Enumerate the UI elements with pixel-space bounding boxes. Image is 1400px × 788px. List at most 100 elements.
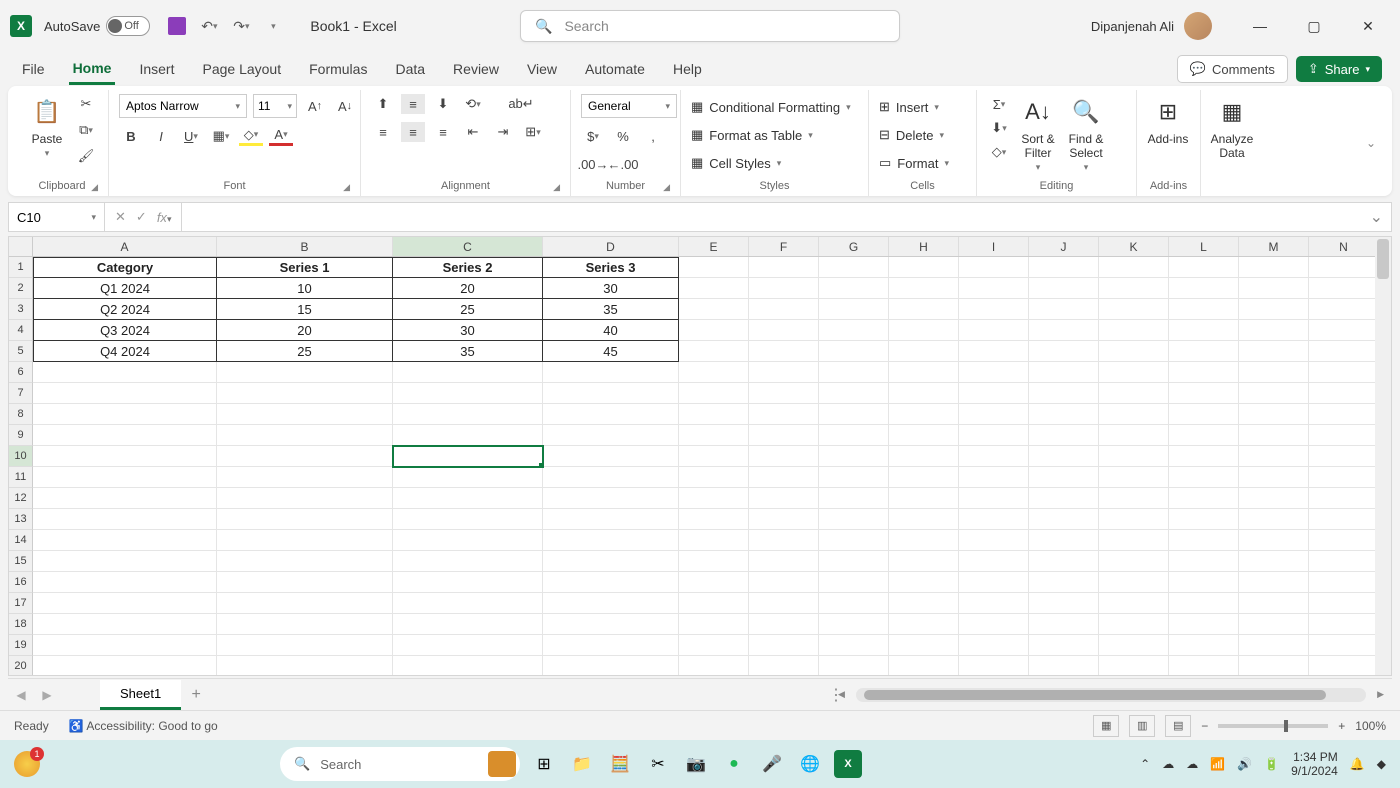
zoom-slider[interactable] [1218,724,1328,728]
collapse-ribbon-button[interactable]: ⌄ [1358,136,1384,150]
cell[interactable] [543,614,679,635]
percent-button[interactable]: % [611,126,635,146]
cell[interactable] [33,488,217,509]
cell[interactable] [819,320,889,341]
taskbar-clock[interactable]: 1:34 PM9/1/2024 [1291,750,1338,779]
cell[interactable] [819,614,889,635]
cell[interactable] [1309,488,1379,509]
cell[interactable] [749,320,819,341]
row-header[interactable]: 16 [9,572,33,593]
cell[interactable] [1169,467,1239,488]
cell[interactable] [959,278,1029,299]
cell[interactable]: 10 [217,278,393,299]
tray-chevron-icon[interactable]: ⌃ [1140,757,1150,771]
cell[interactable] [543,425,679,446]
cell[interactable] [749,656,819,675]
column-header[interactable]: K [1099,237,1169,256]
cell[interactable] [393,467,543,488]
cell[interactable] [959,530,1029,551]
minimize-button[interactable]: — [1238,10,1282,42]
cell[interactable] [543,467,679,488]
cell[interactable] [393,635,543,656]
cell[interactable] [819,404,889,425]
camera-icon[interactable]: 📷 [682,750,710,778]
increase-font-button[interactable]: A↑ [303,96,327,116]
align-middle-button[interactable]: ≡ [401,94,425,114]
format-as-table-button[interactable]: ▦Format as Table▾ [691,122,813,148]
tab-file[interactable]: File [18,55,49,83]
align-right-button[interactable]: ≡ [431,122,455,142]
cell[interactable] [543,572,679,593]
wrap-text-button[interactable]: ab↵ [509,94,533,114]
cell[interactable] [1309,572,1379,593]
clear-button[interactable]: ◇▾ [987,142,1011,162]
cell[interactable] [217,530,393,551]
cell[interactable] [749,383,819,404]
cell[interactable] [1309,635,1379,656]
cell[interactable] [1239,467,1309,488]
alignment-launcher[interactable]: ◢ [553,182,560,193]
cell[interactable]: Series 3 [543,257,679,278]
cell[interactable] [1029,362,1099,383]
mic-icon[interactable]: 🎤 [758,750,786,778]
cell[interactable] [679,446,749,467]
cell[interactable] [679,488,749,509]
cell[interactable] [959,362,1029,383]
cell[interactable] [1309,362,1379,383]
battery-icon[interactable]: 🔋 [1264,757,1279,771]
cell[interactable] [217,446,393,467]
cell[interactable] [1169,656,1239,675]
cell[interactable] [217,593,393,614]
align-left-button[interactable]: ≡ [371,122,395,142]
cell[interactable] [679,383,749,404]
paste-button[interactable]: 📋Paste▾ [26,94,68,159]
font-launcher[interactable]: ◢ [343,182,350,193]
row-header[interactable]: 2 [9,278,33,299]
cell[interactable] [749,341,819,362]
cell[interactable] [33,614,217,635]
cell[interactable] [889,593,959,614]
cell[interactable] [749,425,819,446]
analyze-data-button[interactable]: ▦Analyze Data [1211,94,1253,160]
cell[interactable]: 35 [393,341,543,362]
decrease-font-button[interactable]: A↓ [333,96,357,116]
cell[interactable] [1029,614,1099,635]
maximize-button[interactable]: ▢ [1292,10,1336,42]
cell[interactable] [1099,551,1169,572]
cell[interactable] [393,614,543,635]
row-header[interactable]: 5 [9,341,33,362]
cell[interactable] [819,257,889,278]
cell[interactable] [393,572,543,593]
cell[interactable] [1029,593,1099,614]
tab-review[interactable]: Review [449,55,503,83]
cell[interactable] [217,362,393,383]
taskbar-search[interactable]: 🔍Search [280,747,520,781]
cell[interactable] [889,551,959,572]
cell[interactable] [889,530,959,551]
wifi-icon[interactable]: 📶 [1210,757,1225,771]
volume-icon[interactable]: 🔊 [1237,757,1252,771]
cell[interactable] [679,278,749,299]
close-button[interactable]: ✕ [1346,10,1390,42]
cell[interactable] [679,593,749,614]
cell[interactable] [959,341,1029,362]
cell[interactable] [217,656,393,675]
notifications-icon[interactable]: 🔔 [1350,757,1365,771]
search-box[interactable]: 🔍 Search [520,10,900,42]
undo-button[interactable]: ↶▾ [200,17,218,35]
cell[interactable] [543,488,679,509]
cell[interactable] [1309,446,1379,467]
cell[interactable] [679,341,749,362]
column-header[interactable]: M [1239,237,1309,256]
cell[interactable] [749,446,819,467]
format-painter-button[interactable]: 🖌 [74,146,98,166]
column-header[interactable]: N [1309,237,1379,256]
cell[interactable] [1029,656,1099,675]
normal-view-button[interactable]: ▦ [1093,715,1119,737]
cell[interactable] [819,383,889,404]
cell[interactable] [1239,341,1309,362]
cell[interactable] [959,488,1029,509]
cell[interactable]: 25 [393,299,543,320]
copy-button[interactable]: ⧉▾ [74,120,98,140]
cell[interactable] [819,341,889,362]
